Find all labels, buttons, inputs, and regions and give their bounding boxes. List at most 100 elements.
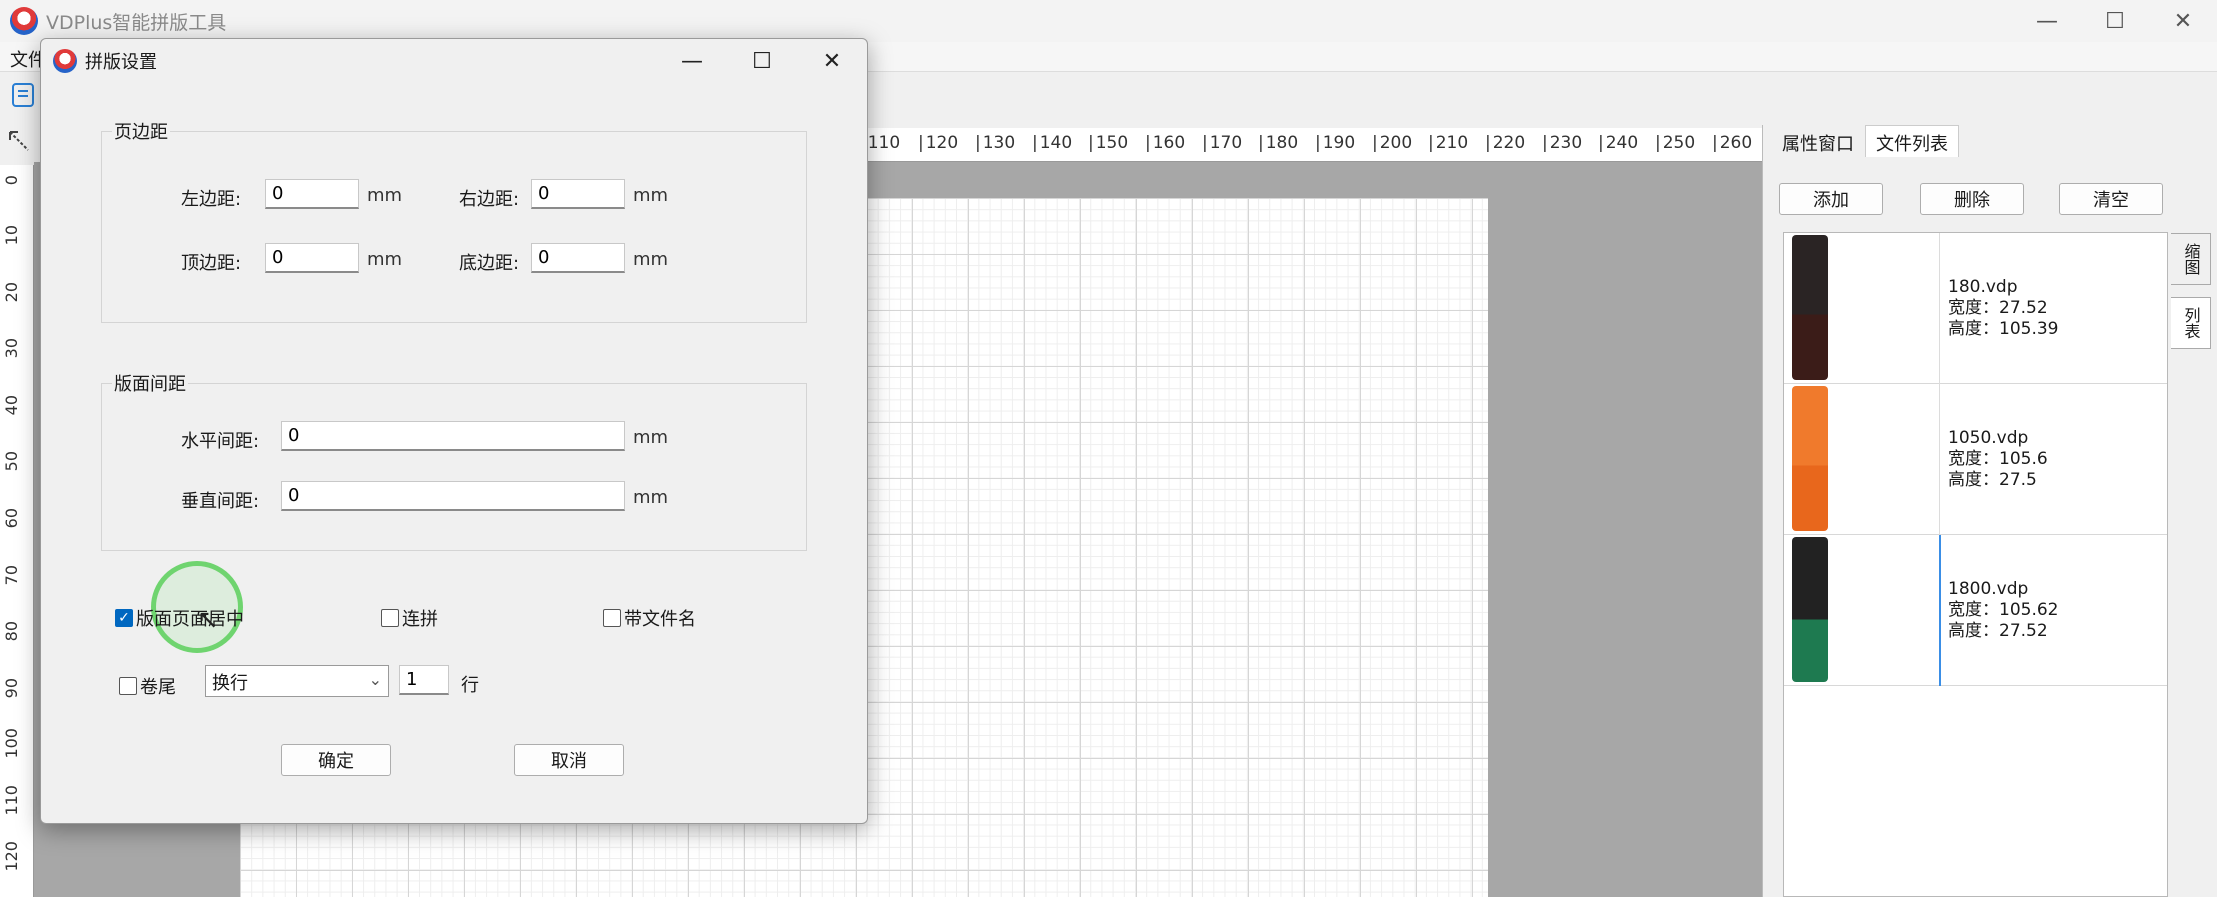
center-on-page-label: 版面页面居中	[136, 609, 244, 630]
ruler-tick: 100	[2, 728, 21, 759]
top-margin-unit: mm	[367, 249, 403, 270]
right-margin-input[interactable]	[531, 179, 625, 209]
left-margin-input[interactable]	[265, 179, 359, 209]
tail-label: 卷尾	[140, 677, 176, 698]
ruler-tick: 190	[1315, 133, 1355, 153]
rows-unit-label: 行	[461, 675, 479, 696]
vertical-spacing-label: 垂直间距:	[181, 491, 260, 512]
spacing-group: 版面间距	[101, 370, 807, 551]
horizontal-spacing-input[interactable]	[281, 421, 625, 451]
ruler-tick: 260	[1712, 133, 1752, 153]
mouse-cursor-icon: ↖	[197, 605, 219, 635]
tab-list-view[interactable]: 列表	[2171, 297, 2211, 349]
ruler-tick: 220	[1485, 133, 1525, 153]
file-info: 1050.vdp 宽度：105.6 高度：27.5	[1948, 428, 2048, 491]
ruler-tick: 230	[1542, 133, 1582, 153]
file-width: 宽度：27.52	[1948, 298, 2048, 318]
file-height: 高度：27.5	[1948, 470, 2037, 490]
wrap-mode-select[interactable]: 换行 ⌄	[205, 665, 389, 697]
dialog-minimize-button[interactable]: —	[657, 39, 727, 83]
file-info: 1800.vdp 宽度：105.62 高度：27.52	[1948, 579, 2058, 642]
ruler-tick: 170	[1202, 133, 1242, 153]
vertical-ruler: 0 10 20 30 40 50 60 70 80 90 100 110 120	[0, 165, 34, 897]
bottom-margin-input[interactable]	[531, 243, 625, 273]
file-row[interactable]: 1050.vdp 宽度：105.6 高度：27.5	[1784, 384, 2167, 535]
file-name: 1050.vdp	[1948, 428, 2029, 448]
ruler-tick: 50	[2, 451, 21, 472]
app-logo-icon	[10, 7, 38, 35]
window-controls: — ☐ ✕	[2013, 0, 2217, 42]
select-tool-icon[interactable]	[6, 128, 32, 154]
horizontal-ruler: 110 120 130 140 150 160 170 180 190 200 …	[862, 128, 1762, 162]
right-margin-label: 右边距:	[459, 189, 520, 210]
tab-thumbnail-view[interactable]: 缩图	[2171, 233, 2211, 285]
ruler-tick: 110	[2, 785, 21, 816]
maximize-button[interactable]: ☐	[2081, 0, 2149, 42]
page-icon[interactable]	[10, 82, 36, 108]
minimize-button[interactable]: —	[2013, 0, 2081, 42]
right-panel: 属性窗口 文件列表 添加 删除 清空 180.vdp 宽度：27.52 高度：1…	[1762, 125, 2217, 897]
continuous-checkbox[interactable]: 连拼	[381, 605, 438, 631]
vertical-spacing-input[interactable]	[281, 481, 625, 511]
center-on-page-checkbox[interactable]: ✓ 版面页面居中	[115, 605, 244, 631]
top-margin-input[interactable]	[265, 243, 359, 273]
delete-file-button[interactable]: 删除	[1920, 183, 2024, 215]
left-margin-unit: mm	[367, 185, 403, 206]
file-thumbnail	[1792, 235, 1828, 380]
ruler-tick: 160	[1145, 133, 1185, 153]
ruler-tick: 150	[1088, 133, 1128, 153]
file-width: 宽度：105.6	[1948, 449, 2048, 469]
horizontal-spacing-unit: mm	[633, 427, 669, 448]
ruler-tick: 180	[1258, 133, 1298, 153]
ruler-tick: 140	[1032, 133, 1072, 153]
app-title: VDPlus智能拼版工具	[46, 11, 227, 34]
file-thumbnail	[1792, 386, 1828, 531]
file-row[interactable]: 1800.vdp 宽度：105.62 高度：27.52	[1784, 535, 2167, 686]
tail-checkbox[interactable]: 卷尾	[119, 673, 176, 699]
ruler-tick: 90	[2, 678, 21, 699]
file-width: 宽度：105.62	[1948, 600, 2059, 620]
margins-group-label: 页边距	[112, 118, 170, 144]
dialog-close-button[interactable]: ✕	[797, 39, 867, 83]
ruler-tick: 0	[2, 175, 21, 186]
tab-properties[interactable]: 属性窗口	[1771, 125, 1865, 157]
dialog-title: 拼版设置	[85, 52, 157, 73]
ruler-tick: 250	[1655, 133, 1695, 153]
ruler-tick: 200	[1372, 133, 1412, 153]
clear-files-button[interactable]: 清空	[2059, 183, 2163, 215]
wrap-mode-value: 换行	[212, 673, 248, 694]
ruler-tick: 70	[2, 565, 21, 586]
close-button[interactable]: ✕	[2149, 0, 2217, 42]
top-margin-label: 顶边距:	[181, 253, 242, 274]
file-thumbnail	[1792, 537, 1828, 682]
ok-button[interactable]: 确定	[281, 744, 391, 776]
left-margin-label: 左边距:	[181, 189, 242, 210]
margins-group: 页边距	[101, 118, 807, 323]
ruler-tick: 20	[2, 282, 21, 303]
chevron-down-icon: ⌄	[368, 670, 382, 689]
file-height: 高度：105.39	[1948, 319, 2059, 339]
ruler-tick: 10	[2, 225, 21, 246]
ruler-tick: 240	[1598, 133, 1638, 153]
main-titlebar: VDPlus智能拼版工具 — ☐ ✕	[0, 0, 2217, 42]
ruler-tick: 120	[2, 841, 21, 872]
cancel-button[interactable]: 取消	[514, 744, 624, 776]
ruler-tick: 60	[2, 508, 21, 529]
ruler-tick: 30	[2, 338, 21, 359]
add-file-button[interactable]: 添加	[1779, 183, 1883, 215]
file-row[interactable]: 180.vdp 宽度：27.52 高度：105.39	[1784, 233, 2167, 384]
ruler-tick: 130	[975, 133, 1015, 153]
bottom-margin-label: 底边距:	[459, 253, 520, 274]
continuous-label: 连拼	[402, 609, 438, 630]
dialog-titlebar: 拼版设置 — ☐ ✕	[41, 39, 867, 83]
horizontal-spacing-label: 水平间距:	[181, 431, 260, 452]
file-name: 180.vdp	[1948, 277, 2018, 297]
ruler-tick: 120	[918, 133, 958, 153]
right-panel-tabs: 属性窗口 文件列表	[1771, 125, 1959, 157]
with-filename-checkbox[interactable]: 带文件名	[603, 605, 696, 631]
rows-input[interactable]	[399, 665, 449, 695]
dialog-maximize-button[interactable]: ☐	[727, 39, 797, 83]
dialog-logo-icon	[53, 49, 77, 73]
tab-file-list[interactable]: 文件列表	[1865, 125, 1959, 157]
checkbox-icon	[603, 609, 621, 627]
